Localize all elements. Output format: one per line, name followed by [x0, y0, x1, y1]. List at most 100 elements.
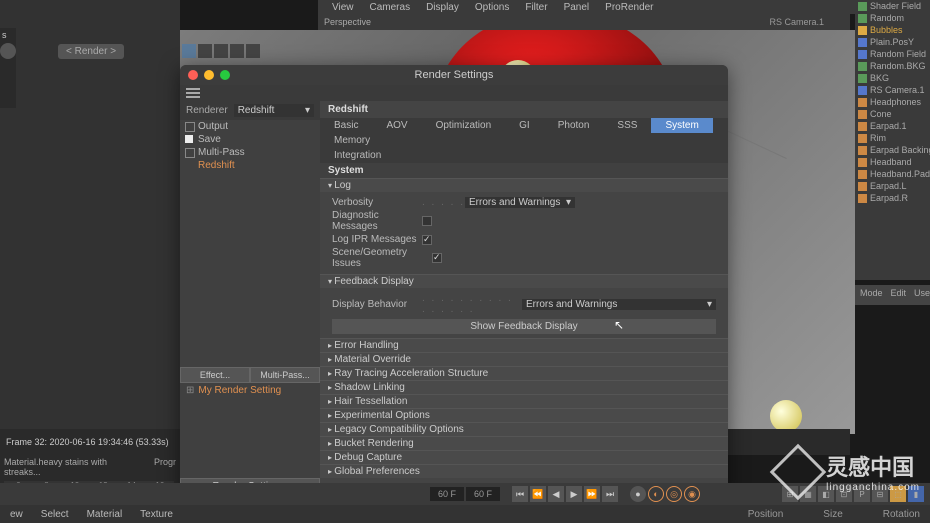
object-item[interactable]: RS Camera.1 [855, 84, 930, 96]
tab-optimization[interactable]: Optimization [422, 118, 506, 133]
hamburger-icon[interactable] [186, 88, 200, 98]
section-legacy-compatibility-options[interactable]: Legacy Compatibility Options [320, 422, 728, 436]
section-global-preferences[interactable]: Global Preferences [320, 464, 728, 478]
ri-6[interactable]: ⬚ [890, 486, 906, 502]
effect-button[interactable]: Effect... [180, 367, 250, 383]
tab-memory[interactable]: Memory [320, 133, 384, 148]
right-tab-edit[interactable]: Edit [891, 288, 907, 302]
step-back-button[interactable]: ⏪ [530, 486, 546, 502]
menu-prorender[interactable]: ProRender [597, 2, 661, 13]
menu-panel[interactable]: Panel [556, 2, 598, 13]
step-fwd-button[interactable]: ⏩ [584, 486, 600, 502]
object-item[interactable]: Cone [855, 108, 930, 120]
frame-start[interactable]: 60 F [430, 487, 464, 501]
object-item[interactable]: Random [855, 12, 930, 24]
preset-row[interactable]: ⊞ My Render Setting [180, 383, 320, 398]
view-btn-4[interactable] [230, 44, 244, 58]
key2-button[interactable]: ◉ [684, 486, 700, 502]
menu-options[interactable]: Options [467, 2, 517, 13]
object-item[interactable]: Rim [855, 132, 930, 144]
menu-filter[interactable]: Filter [517, 2, 555, 13]
object-item[interactable]: Earpad Backing [855, 144, 930, 156]
section-hair-tessellation[interactable]: Hair Tessellation [320, 394, 728, 408]
render-dropdown[interactable]: < Render > [58, 44, 124, 59]
behavior-select[interactable]: Errors and Warnings▾ [522, 299, 716, 310]
ri-p[interactable]: P [854, 486, 870, 502]
logipr-checkbox[interactable] [422, 235, 432, 245]
tree-item-multi-pass[interactable]: Multi-Pass [180, 146, 320, 159]
tab-integration[interactable]: Integration [320, 148, 395, 163]
key-button[interactable]: ◎ [666, 486, 682, 502]
section-material-override[interactable]: Material Override [320, 352, 728, 366]
tree-item-output[interactable]: Output [180, 120, 320, 133]
frame-end[interactable]: 60 F [466, 487, 500, 501]
object-item[interactable]: Plain.PosY [855, 36, 930, 48]
tool-icon[interactable] [0, 43, 16, 59]
minimize-icon[interactable] [204, 70, 214, 80]
object-item[interactable]: Shader Field [855, 0, 930, 12]
object-item[interactable]: BKG [855, 72, 930, 84]
status-material[interactable]: Material [87, 509, 123, 520]
feedback-header[interactable]: Feedback Display [320, 274, 728, 288]
right-tab-mode[interactable]: Mode [860, 288, 883, 302]
viewport-mode[interactable]: Perspective [324, 17, 371, 27]
tree-item-save[interactable]: Save [180, 133, 320, 146]
object-item[interactable]: Random Field [855, 48, 930, 60]
section-error-handling[interactable]: Error Handling [320, 338, 728, 352]
ri-3[interactable]: ◧ [818, 486, 834, 502]
goto-start-button[interactable]: ⏮ [512, 486, 528, 502]
tab-aov[interactable]: AOV [372, 118, 421, 133]
menu-cameras[interactable]: Cameras [362, 2, 419, 13]
object-item[interactable]: Random.BKG [855, 60, 930, 72]
menu-display[interactable]: Display [418, 2, 467, 13]
maximize-icon[interactable] [220, 70, 230, 80]
tab-sss[interactable]: SSS [603, 118, 651, 133]
object-item[interactable]: Headphones [855, 96, 930, 108]
play-back-button[interactable]: ◀ [548, 486, 564, 502]
log-header[interactable]: Log [320, 178, 728, 192]
status-ew[interactable]: ew [10, 509, 23, 520]
object-item[interactable]: Bubbles [855, 24, 930, 36]
scenegeo-checkbox[interactable] [432, 253, 442, 263]
diagnostic-checkbox[interactable] [422, 216, 432, 226]
ri-7[interactable]: ▮ [908, 486, 924, 502]
menu-view[interactable]: View [324, 2, 362, 13]
ri-4[interactable]: ⊡ [836, 486, 852, 502]
view-btn-1[interactable] [182, 44, 196, 58]
record-button[interactable]: ● [630, 486, 646, 502]
ri-5[interactable]: ⊟ [872, 486, 888, 502]
tab-photon[interactable]: Photon [544, 118, 604, 133]
section-bucket-rendering[interactable]: Bucket Rendering [320, 436, 728, 450]
ri-1[interactable]: ⊞ [782, 486, 798, 502]
renderer-select[interactable]: Redshift ▾ [234, 104, 314, 117]
show-feedback-button[interactable]: Show Feedback Display [332, 319, 716, 334]
view-btn-5[interactable] [246, 44, 260, 58]
goto-end-button[interactable]: ⏭ [602, 486, 618, 502]
view-btn-2[interactable] [198, 44, 212, 58]
object-item[interactable]: Earpad.R [855, 192, 930, 204]
status-select[interactable]: Select [41, 509, 69, 520]
view-btn-3[interactable] [214, 44, 228, 58]
section-debug-capture[interactable]: Debug Capture [320, 450, 728, 464]
object-item[interactable]: Headband [855, 156, 930, 168]
ri-2[interactable]: ▦ [800, 486, 816, 502]
multipass-button[interactable]: Multi-Pass... [250, 367, 320, 383]
play-button[interactable]: ▶ [566, 486, 582, 502]
section-experimental-options[interactable]: Experimental Options [320, 408, 728, 422]
tab-system[interactable]: System [651, 118, 712, 133]
object-item[interactable]: Earpad.1 [855, 120, 930, 132]
viewport-camera[interactable]: RS Camera.1 [769, 17, 824, 27]
tree-item-redshift[interactable]: Redshift [180, 159, 320, 172]
dialog-titlebar[interactable]: Render Settings [180, 65, 728, 85]
object-item[interactable]: Earpad.L [855, 180, 930, 192]
right-tab-user[interactable]: User [914, 288, 930, 302]
verbosity-select[interactable]: Errors and Warnings▾ [465, 197, 575, 208]
autokey-button[interactable]: ◐ [648, 486, 664, 502]
status-texture[interactable]: Texture [140, 509, 173, 520]
object-item[interactable]: Headband.Pad [855, 168, 930, 180]
tab-gi[interactable]: GI [505, 118, 544, 133]
section-ray-tracing-acceleration-structure[interactable]: Ray Tracing Acceleration Structure [320, 366, 728, 380]
tab-basic[interactable]: Basic [320, 118, 372, 133]
close-icon[interactable] [188, 70, 198, 80]
section-shadow-linking[interactable]: Shadow Linking [320, 380, 728, 394]
